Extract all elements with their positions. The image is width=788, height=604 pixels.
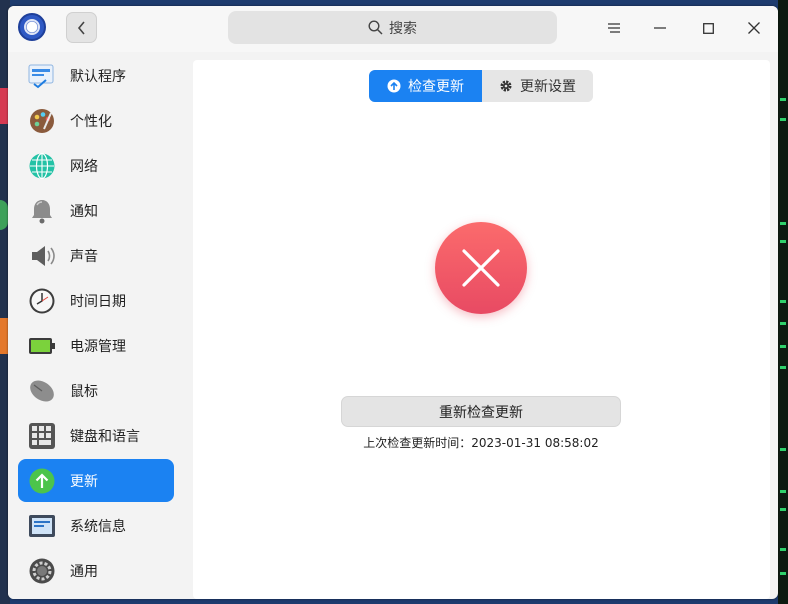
sidebar-item-label: 电源管理 (70, 338, 126, 355)
sidebar-item-sound[interactable]: 声音 (18, 234, 174, 277)
sidebar-item-general[interactable]: 通用 (18, 549, 174, 592)
sidebar-item-power[interactable]: 电源管理 (18, 324, 174, 367)
last-check-time: 上次检查更新时间：2023-01-31 08:58:02 (363, 436, 599, 450)
bell-icon (28, 197, 56, 225)
sidebar-item-keyboard[interactable]: 键盘和语言 (18, 414, 174, 457)
sidebar-item-label: 更新 (70, 473, 98, 490)
titlebar: 搜索 (8, 6, 778, 52)
sidebar-item-label: 通用 (70, 563, 98, 580)
sidebar-item-label: 声音 (70, 248, 98, 265)
control-center-window: 搜索 默认程序 个性化 网络 通知 声音 时间日期 电源管理 鼠标 键盘和语言 … (8, 6, 778, 599)
general-gear-icon (28, 557, 56, 585)
sidebar-item-label: 鼠标 (70, 383, 98, 400)
minimize-icon (654, 27, 666, 29)
update-tabs: 检查更新 更新设置 (369, 70, 593, 102)
desktop-background-right (778, 0, 788, 604)
palette-icon (28, 107, 56, 135)
sidebar-item-label: 网络 (70, 158, 98, 175)
sidebar-item-network[interactable]: 网络 (18, 144, 174, 187)
default-apps-icon (28, 62, 56, 90)
tab-check-update[interactable]: 检查更新 (369, 70, 482, 102)
speaker-icon (28, 242, 56, 270)
tab-label: 检查更新 (408, 79, 464, 95)
sidebar-item-label: 默认程序 (70, 68, 126, 85)
arrow-up-circle-icon (387, 79, 401, 93)
sidebar-item-default-apps[interactable]: 默认程序 (18, 54, 174, 97)
menu-button[interactable] (594, 12, 634, 44)
minimize-button[interactable] (640, 12, 680, 44)
sidebar: 默认程序 个性化 网络 通知 声音 时间日期 电源管理 鼠标 键盘和语言 更新 … (8, 52, 185, 599)
network-globe-icon (28, 152, 56, 180)
sidebar-item-label: 通知 (70, 203, 98, 220)
battery-icon (28, 332, 56, 360)
search-placeholder: 搜索 (389, 20, 417, 37)
sidebar-item-system-info[interactable]: 系统信息 (18, 504, 174, 547)
update-arrow-icon (28, 467, 56, 495)
sidebar-item-label: 键盘和语言 (70, 428, 140, 445)
back-button[interactable] (66, 12, 97, 43)
mouse-icon (28, 377, 56, 405)
sidebar-item-notifications[interactable]: 通知 (18, 189, 174, 232)
close-button[interactable] (734, 12, 774, 44)
hamburger-menu-icon (608, 23, 620, 33)
chevron-left-icon (77, 20, 85, 35)
update-panel: 检查更新 更新设置 重新检查更新 上次检查更新时间：2023-01-31 08:… (193, 60, 770, 599)
search-input[interactable]: 搜索 (228, 11, 557, 44)
clock-icon (28, 287, 56, 315)
sidebar-item-datetime[interactable]: 时间日期 (18, 279, 174, 322)
recheck-update-button[interactable]: 重新检查更新 (341, 396, 621, 427)
system-info-icon (28, 512, 56, 540)
keyboard-icon (28, 422, 56, 450)
sidebar-item-mouse[interactable]: 鼠标 (18, 369, 174, 412)
sidebar-item-label: 个性化 (70, 113, 112, 130)
maximize-icon (702, 22, 714, 34)
error-x-icon (435, 222, 527, 314)
sidebar-item-label: 系统信息 (70, 518, 126, 535)
sidebar-item-update[interactable]: 更新 (18, 459, 174, 502)
tab-update-settings[interactable]: 更新设置 (482, 70, 593, 102)
maximize-button[interactable] (688, 12, 728, 44)
close-icon (748, 22, 760, 34)
app-logo-icon (18, 13, 46, 41)
gear-icon (500, 80, 512, 92)
sidebar-item-personalization[interactable]: 个性化 (18, 99, 174, 142)
tab-label: 更新设置 (520, 79, 576, 95)
sidebar-item-label: 时间日期 (70, 293, 126, 310)
search-icon (368, 20, 383, 35)
